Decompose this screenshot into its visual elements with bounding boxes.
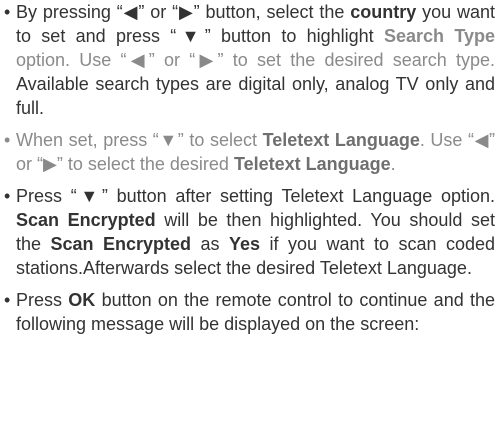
- text-segment: When set, press “: [16, 130, 159, 150]
- bold-term: country: [350, 2, 417, 22]
- text-segment: ” to select: [177, 130, 263, 150]
- bullet-icon: •: [4, 2, 11, 22]
- instruction-item: • Press “▼” button after setting Teletext…: [4, 184, 495, 280]
- instruction-item: • By pressing “◀” or “▶” button, select t…: [4, 0, 495, 120]
- left-arrow-icon: ◀: [126, 50, 149, 70]
- text-segment: Press “: [16, 186, 77, 206]
- text-segment: ” to select the desired: [56, 154, 234, 174]
- left-arrow-icon: ◀: [474, 130, 490, 150]
- instruction-item: • Press OK button on the remote control t…: [4, 288, 495, 336]
- text-segment: ” button to highlight: [204, 26, 384, 46]
- text-segment: ” to set the desired search type.: [217, 50, 496, 70]
- bold-term: Scan Encrypted: [16, 210, 156, 230]
- down-arrow-icon: ▼: [176, 26, 205, 46]
- text-segment: ” or “: [138, 2, 179, 22]
- right-arrow-icon: ▶: [43, 154, 57, 174]
- instruction-item: • When set, press “▼” to select Teletext …: [4, 128, 495, 176]
- text-segment: ” or “: [148, 50, 196, 70]
- bold-term: Search Type: [383, 26, 495, 46]
- bold-term: Teletext Language: [233, 154, 391, 174]
- bold-term: Scan Encrypted: [50, 234, 192, 254]
- down-arrow-icon: ▼: [158, 130, 178, 150]
- right-arrow-icon: ▶: [195, 50, 218, 70]
- down-arrow-icon: ▼: [76, 186, 102, 206]
- text-segment: option. Use “: [16, 50, 127, 70]
- left-arrow-icon: ◀: [122, 2, 139, 22]
- text-segment: ” button after setting Teletext Language…: [101, 186, 495, 206]
- bold-term: Teletext Language: [262, 130, 420, 150]
- bullet-icon: •: [4, 130, 11, 150]
- text-segment: .: [390, 154, 396, 174]
- manual-page: • By pressing “◀” or “▶” button, select t…: [0, 0, 501, 434]
- text-segment: Available search types are digital only,…: [16, 74, 495, 118]
- text-segment: ” button, select the: [193, 2, 351, 22]
- text-segment: Press: [16, 290, 69, 310]
- bullet-icon: •: [4, 290, 11, 310]
- text-segment: By pressing “: [16, 2, 123, 22]
- bold-term: Yes: [229, 234, 261, 254]
- text-segment: as: [191, 234, 229, 254]
- bullet-icon: •: [4, 186, 11, 206]
- instruction-list: • By pressing “◀” or “▶” button, select t…: [4, 0, 495, 336]
- right-arrow-icon: ▶: [178, 2, 194, 22]
- bold-term: OK: [68, 290, 96, 310]
- text-segment: . Use “: [419, 130, 475, 150]
